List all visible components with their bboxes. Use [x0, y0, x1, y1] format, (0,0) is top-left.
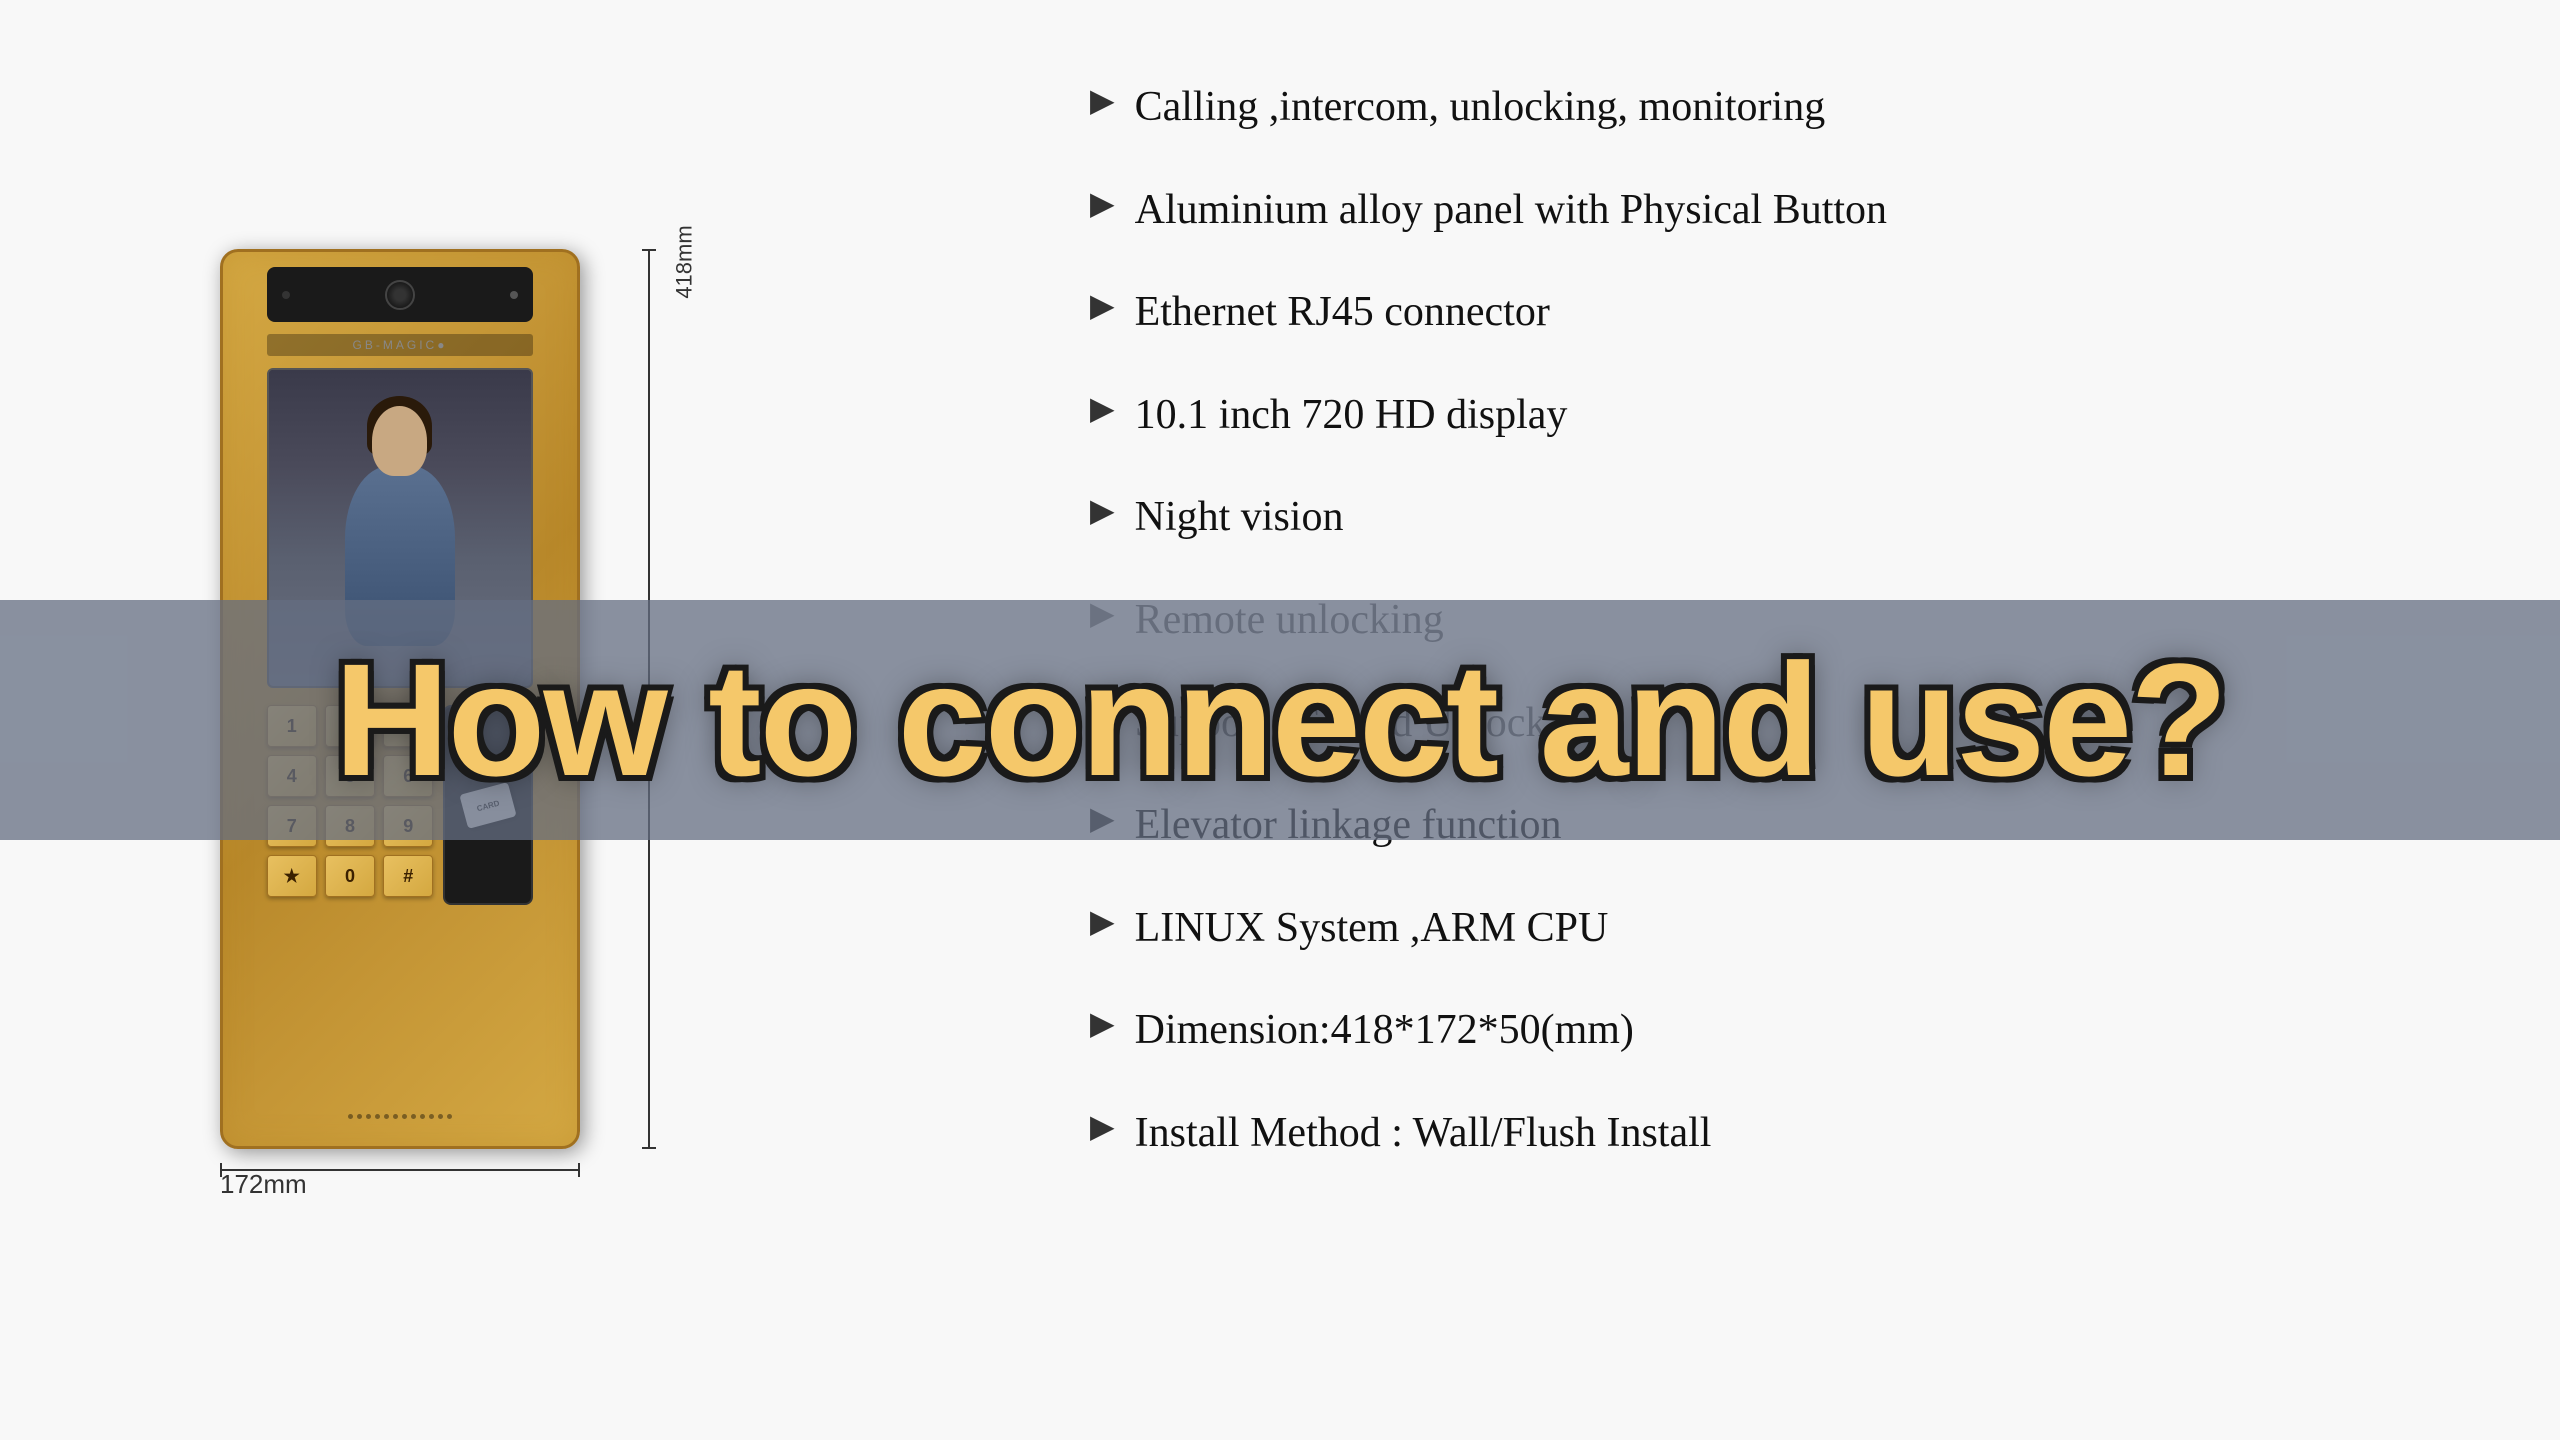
spec-arrow-icon: ▶ — [1090, 490, 1115, 532]
camera-bar — [267, 267, 534, 322]
spec-arrow-icon: ▶ — [1090, 183, 1115, 225]
overlay-banner: How to connect and use? — [0, 600, 2560, 840]
brand-text: GB-MAGIC● — [353, 338, 448, 352]
speaker-dot — [366, 1114, 371, 1119]
spec-item-3: ▶ Ethernet RJ45 connector — [1090, 285, 2440, 340]
spec-item-4: ▶ 10.1 inch 720 HD display — [1090, 388, 2440, 443]
horizontal-line: 172mm — [220, 1169, 580, 1171]
camera-dot-left — [282, 291, 290, 299]
spec-arrow-icon: ▶ — [1090, 901, 1115, 943]
spec-item-9: ▶ LINUX System ,ARM CPU — [1090, 901, 2440, 956]
main-container: GB-MAGIC● — [0, 0, 2560, 1440]
key-btn-#: # — [383, 855, 433, 897]
spec-item-2: ▶ Aluminium alloy panel with Physical But… — [1090, 183, 2440, 238]
banner-text: How to connect and use? — [334, 640, 2226, 800]
brand-label: GB-MAGIC● — [267, 334, 534, 356]
spec-text-5: Night vision — [1135, 490, 1344, 545]
camera-dot-right — [510, 291, 518, 299]
spec-item-5: ▶ Night vision — [1090, 490, 2440, 545]
speaker-dot — [411, 1114, 416, 1119]
vertical-label: 418mm — [672, 225, 698, 298]
speaker-dot — [447, 1114, 452, 1119]
speaker-dot — [402, 1114, 407, 1119]
spec-arrow-icon: ▶ — [1090, 388, 1115, 430]
horizontal-measurement: 172mm — [100, 1169, 700, 1171]
key-btn-0: 0 — [325, 855, 375, 897]
spec-item-1: ▶ Calling ,intercom, unlocking, monitorin… — [1090, 80, 2440, 135]
person-head — [372, 406, 427, 476]
spec-item-11: ▶ Install Method : Wall/Flush Install — [1090, 1106, 2440, 1161]
speaker-grille — [267, 1101, 534, 1131]
speaker-dot — [375, 1114, 380, 1119]
spec-arrow-icon: ▶ — [1090, 1106, 1115, 1148]
spec-text-3: Ethernet RJ45 connector — [1135, 285, 1550, 340]
speaker-dot — [357, 1114, 362, 1119]
spec-arrow-icon: ▶ — [1090, 285, 1115, 327]
spec-arrow-icon: ▶ — [1090, 1003, 1115, 1045]
spec-arrow-icon: ▶ — [1090, 80, 1115, 122]
spec-item-10: ▶ Dimension:418*172*50(mm) — [1090, 1003, 2440, 1058]
speaker-dot — [429, 1114, 434, 1119]
spec-text-1: Calling ,intercom, unlocking, monitoring — [1135, 80, 1826, 135]
camera-lens — [385, 280, 415, 310]
speaker-dot — [420, 1114, 425, 1119]
key-btn-★: ★ — [267, 855, 317, 897]
horizontal-label: 172mm — [220, 1169, 307, 1200]
speaker-dot — [384, 1114, 389, 1119]
speaker-dot — [393, 1114, 398, 1119]
spec-text-2: Aluminium alloy panel with Physical Butt… — [1135, 183, 1887, 238]
speaker-dot — [438, 1114, 443, 1119]
speaker-dot — [348, 1114, 353, 1119]
spec-text-10: Dimension:418*172*50(mm) — [1135, 1003, 1634, 1058]
spec-text-11: Install Method : Wall/Flush Install — [1135, 1106, 1712, 1161]
spec-text-4: 10.1 inch 720 HD display — [1135, 388, 1568, 443]
spec-text-9: LINUX System ,ARM CPU — [1135, 901, 1609, 956]
